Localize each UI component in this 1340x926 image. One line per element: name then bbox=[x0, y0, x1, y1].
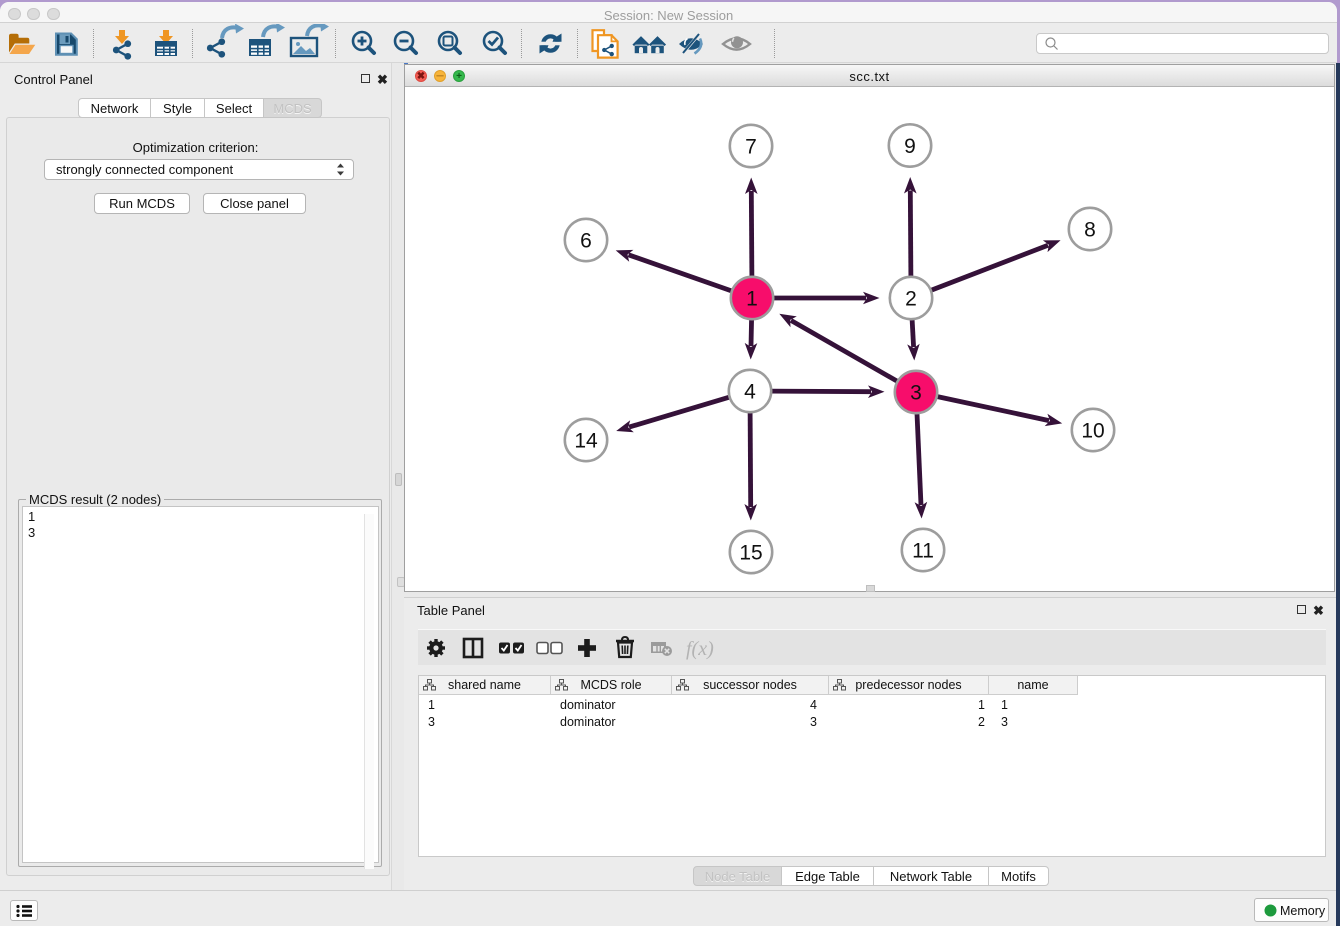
svg-text:11: 11 bbox=[912, 540, 934, 563]
svg-text:14: 14 bbox=[574, 430, 598, 453]
svg-text:9: 9 bbox=[904, 135, 916, 158]
svg-text:7: 7 bbox=[745, 136, 757, 159]
svg-text:4: 4 bbox=[744, 381, 756, 404]
svg-text:2: 2 bbox=[905, 288, 917, 311]
svg-text:6: 6 bbox=[580, 230, 592, 253]
svg-text:8: 8 bbox=[1084, 219, 1096, 242]
svg-text:1: 1 bbox=[746, 288, 758, 311]
svg-text:f(x): f(x) bbox=[686, 638, 714, 660]
svg-text:10: 10 bbox=[1081, 420, 1104, 443]
svg-text:3: 3 bbox=[910, 382, 922, 405]
svg-text:15: 15 bbox=[739, 542, 762, 565]
